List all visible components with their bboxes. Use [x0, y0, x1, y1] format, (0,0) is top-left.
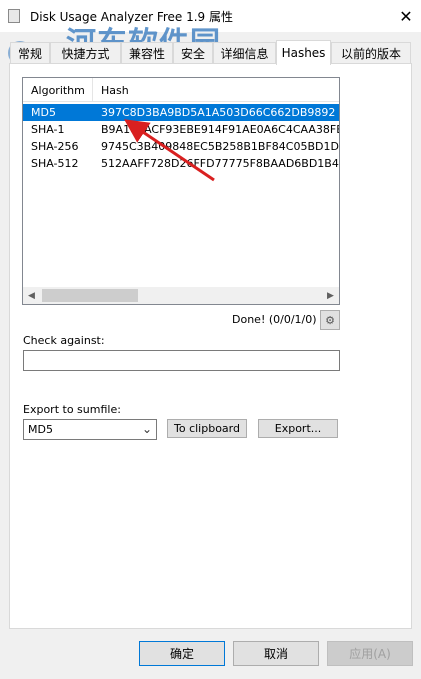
table-row[interactable]: SHA-512 512AAFF728D26FFD77775F8BAAD6BD1B… [23, 155, 339, 172]
status-text: Done! (0/0/1/0) [232, 313, 317, 326]
horizontal-scrollbar[interactable]: ◀ ▶ [23, 287, 339, 304]
title-bar: Disk Usage Analyzer Free 1.9 属性 ✕ [0, 0, 421, 32]
tab-label: 安全 [180, 47, 205, 61]
settings-button[interactable]: ⚙ [320, 310, 340, 330]
tab-label: 以前的版本 [340, 47, 401, 61]
hash-cell: 397C8D3BA9BD5A1A503D66C662DB9892 [101, 106, 336, 119]
select-value: MD5 [28, 423, 53, 436]
tab-label: 兼容性 [128, 47, 165, 61]
tab-label: 快捷方式 [61, 47, 110, 61]
scroll-left-icon[interactable]: ◀ [23, 287, 40, 304]
scroll-right-icon[interactable]: ▶ [322, 287, 339, 304]
hash-cell: B9A184ACF93EBE914F91AE0A6C4CAA38FBFB64 [101, 123, 339, 136]
tab-hashes[interactable]: Hashes [276, 40, 331, 65]
cancel-button[interactable]: 取消 [233, 641, 319, 666]
table-row[interactable]: SHA-1 B9A184ACF93EBE914F91AE0A6C4CAA38FB… [23, 121, 339, 138]
table-row[interactable]: MD5 397C8D3BA9BD5A1A503D66C662DB9892 [23, 104, 339, 121]
tab-label: Hashes [281, 46, 326, 60]
tab-previous-versions[interactable]: 以前的版本 [331, 42, 411, 64]
gear-icon: ⚙ [325, 313, 335, 327]
hash-cell: 9745C3B409848EC5B258B1BF84C05BD1D63D1 [101, 140, 339, 153]
column-header-hash[interactable]: Hash [93, 78, 339, 102]
chevron-down-icon: ⌄ [141, 422, 152, 436]
app-icon [8, 9, 20, 23]
column-label: Hash [101, 83, 129, 97]
tab-shortcut[interactable]: 快捷方式 [50, 42, 121, 64]
window-title: Disk Usage Analyzer Free 1.9 属性 [30, 10, 234, 24]
algorithm-cell: SHA-256 [31, 140, 79, 153]
export-label: Export to sumfile: [23, 403, 121, 416]
column-header-algorithm[interactable]: Algorithm [23, 78, 93, 102]
tab-security[interactable]: 安全 [173, 42, 213, 64]
sumfile-format-select[interactable]: MD5 ⌄ [23, 419, 157, 440]
tab-label: 详细信息 [220, 47, 269, 61]
algorithm-cell: SHA-512 [31, 157, 79, 170]
tab-label: 常规 [17, 47, 42, 61]
hash-cell: 512AAFF728D26FFD77775F8BAAD6BD1B483A4 [101, 157, 339, 170]
tab-general[interactable]: 常规 [10, 42, 50, 64]
check-against-input[interactable] [23, 350, 340, 371]
column-label: Algorithm [31, 83, 85, 97]
hash-list[interactable]: Algorithm Hash MD5 397C8D3BA9BD5A1A503D6… [22, 77, 340, 305]
check-against-label: Check against: [23, 334, 105, 347]
ok-button[interactable]: 确定 [139, 641, 225, 666]
tab-strip: 常规 快捷方式 兼容性 安全 详细信息 Hashes 以前的版本 [10, 40, 411, 65]
algorithm-cell: SHA-1 [31, 123, 65, 136]
scrollbar-thumb[interactable] [42, 289, 138, 302]
to-clipboard-button[interactable]: To clipboard [167, 419, 247, 438]
table-row[interactable]: SHA-256 9745C3B409848EC5B258B1BF84C05BD1… [23, 138, 339, 155]
close-icon[interactable]: ✕ [391, 0, 421, 32]
export-button[interactable]: Export... [258, 419, 338, 438]
tab-details[interactable]: 详细信息 [213, 42, 276, 64]
algorithm-cell: MD5 [31, 106, 56, 119]
list-header: Algorithm Hash [23, 78, 339, 102]
tab-compatibility[interactable]: 兼容性 [121, 42, 173, 64]
apply-button[interactable]: 应用(A) [327, 641, 413, 666]
